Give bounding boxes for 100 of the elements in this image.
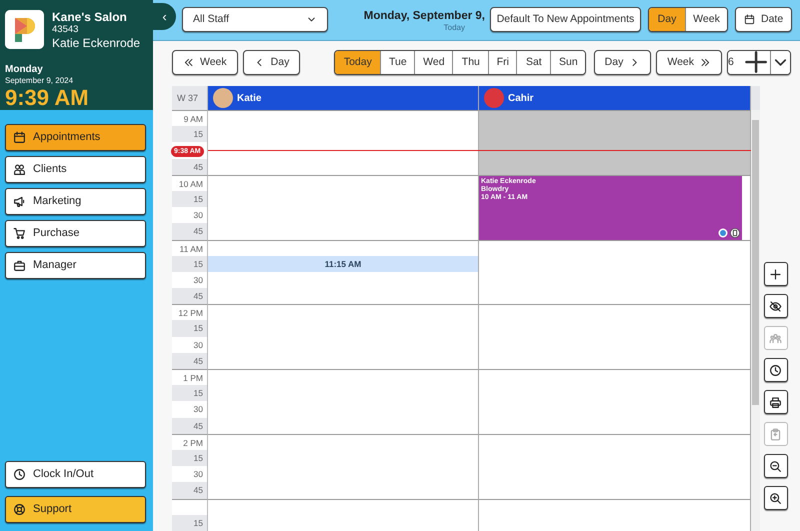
- time-slot[interactable]: [208, 434, 479, 450]
- collapse-tab[interactable]: ‹: [153, 3, 176, 30]
- zoom-in-icon: [769, 492, 782, 504]
- tool-button[interactable]: [764, 390, 788, 414]
- time-slot[interactable]: [479, 434, 751, 450]
- time-slot[interactable]: [208, 174, 479, 191]
- time-cell: 30: [172, 336, 208, 353]
- time-cell: 1 PM: [172, 369, 208, 386]
- double-chevron-right-icon: [700, 57, 711, 68]
- today-label: Today: [444, 23, 465, 33]
- support-icon: [13, 503, 26, 516]
- clock-icon: [769, 364, 782, 376]
- cart-icon: [13, 227, 26, 240]
- time-slot[interactable]: [479, 369, 751, 386]
- next-button[interactable]: Week: [656, 50, 722, 75]
- calendar-icon: [744, 14, 755, 25]
- double-chevron-left-icon: [183, 57, 194, 68]
- time-cell: 45: [172, 482, 208, 498]
- time-cell: 45: [172, 158, 208, 175]
- sidebar-nav-item[interactable]: Marketing: [5, 188, 146, 215]
- week-number: W 37: [172, 86, 208, 110]
- zoom-out-icon: [769, 460, 782, 472]
- tool-button[interactable]: [764, 294, 788, 318]
- logo-icon: [5, 10, 44, 49]
- briefcase-icon: [13, 259, 26, 272]
- tool-button[interactable]: [764, 486, 788, 510]
- time-cell: 15: [172, 126, 208, 142]
- time-cell: 15: [172, 256, 208, 272]
- time-slot[interactable]: [208, 240, 479, 256]
- time-cell: 15: [172, 385, 208, 402]
- calendar-icon: [13, 131, 26, 144]
- time-cell: 12 PM: [172, 304, 208, 320]
- time-slot[interactable]: [208, 110, 479, 126]
- time-cell: 15: [172, 514, 208, 531]
- day-tab[interactable]: Today: [335, 51, 380, 74]
- time-cell: [172, 498, 208, 515]
- time-cell: 9 AM: [172, 110, 208, 126]
- prev-button[interactable]: Day: [242, 50, 300, 75]
- dropdown-button[interactable]: [770, 51, 790, 74]
- support-button[interactable]: Support: [5, 496, 146, 523]
- time-cell: 45: [172, 418, 208, 434]
- phone-icon: [730, 228, 740, 238]
- sidebar-nav-item[interactable]: Appointments: [5, 124, 146, 151]
- time-cell: 30: [172, 466, 208, 482]
- time-slot[interactable]: [208, 288, 479, 304]
- time-cell: 45: [172, 288, 208, 304]
- sidebar-nav-item[interactable]: Purchase: [5, 220, 146, 247]
- salon-id: 43543: [52, 24, 80, 36]
- clock-button[interactable]: Clock In/Out: [5, 461, 146, 488]
- staff-select[interactable]: All Staff: [182, 7, 328, 32]
- time-slot[interactable]: [208, 369, 479, 386]
- next-button[interactable]: Day: [594, 50, 652, 75]
- status-dot-icon: [718, 228, 728, 238]
- staff-header: Katie: [208, 86, 479, 110]
- date-title: Monday, September 9,: [364, 9, 485, 23]
- date: September 9, 2024: [5, 76, 74, 86]
- time-slot[interactable]: [479, 288, 751, 304]
- date-button[interactable]: Date: [735, 7, 792, 32]
- user-name: Katie Eckenrode: [52, 36, 140, 50]
- day-tab[interactable]: Thu: [452, 51, 488, 74]
- scrollbar[interactable]: [751, 86, 760, 531]
- time-cell: 45: [172, 223, 208, 240]
- time-cell: 30: [172, 207, 208, 224]
- day-tab[interactable]: Sat: [516, 51, 550, 74]
- salon-name: Kane's Salon: [52, 10, 128, 24]
- group-icon: [769, 332, 782, 344]
- time-cell: 11 AM: [172, 240, 208, 256]
- prev-button[interactable]: Week: [172, 50, 238, 75]
- tool-button[interactable]: [764, 454, 788, 478]
- column-count-button[interactable]: 6: [728, 51, 770, 74]
- day-tab[interactable]: Sun: [550, 51, 586, 74]
- plus-icon: [769, 268, 782, 280]
- sidebar-nav-item[interactable]: Clients: [5, 156, 146, 183]
- staff-header: Cahir: [479, 86, 751, 110]
- time-cell: 10 AM: [172, 174, 208, 191]
- megaphone-icon: [13, 195, 26, 208]
- time-cell: 2 PM: [172, 434, 208, 450]
- tool-button[interactable]: [764, 262, 788, 286]
- time-slot[interactable]: [479, 240, 751, 256]
- printer-icon: [769, 396, 782, 408]
- view-tab[interactable]: Week: [685, 8, 727, 31]
- day-tab[interactable]: Tue: [380, 51, 414, 74]
- default-appointments-button[interactable]: Default To New Appointments: [490, 7, 641, 32]
- view-tab[interactable]: Day: [649, 8, 685, 31]
- time-slot-highlight[interactable]: 11:15 AM: [208, 256, 479, 272]
- day-tab[interactable]: Fri: [488, 51, 516, 74]
- clock-time: 9:39 AM: [5, 86, 90, 110]
- day-tab[interactable]: Wed: [414, 51, 452, 74]
- time-cell: 15: [172, 320, 208, 337]
- time-slot[interactable]: [479, 498, 751, 515]
- time-cell: 15: [172, 190, 208, 208]
- time-slot[interactable]: [208, 498, 479, 515]
- time-cell: 15: [172, 450, 208, 466]
- sidebar-nav-item[interactable]: Manager: [5, 252, 146, 279]
- time-slot[interactable]: [479, 304, 751, 320]
- clipboard-icon: [769, 428, 782, 440]
- eye-slash-icon: [769, 300, 782, 312]
- tool-button[interactable]: [764, 358, 788, 382]
- time-slot[interactable]: [208, 304, 479, 320]
- time-cell: 30: [172, 401, 208, 418]
